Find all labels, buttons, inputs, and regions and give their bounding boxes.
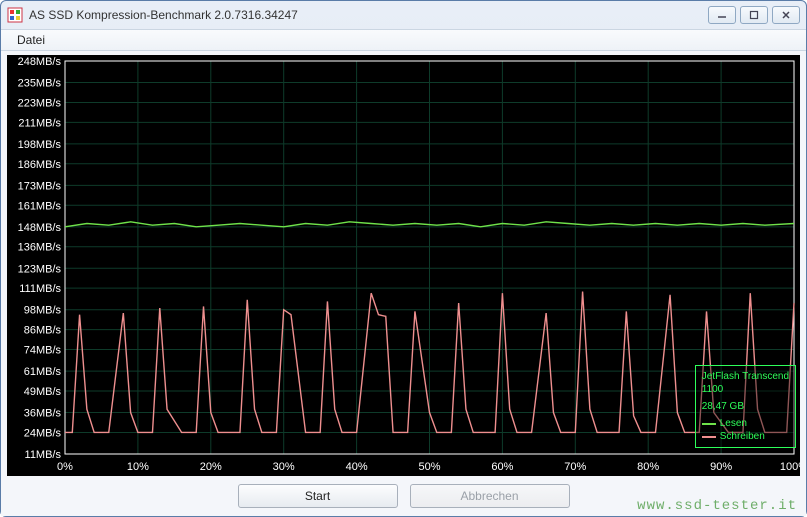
svg-text:30%: 30% — [273, 461, 295, 473]
svg-text:148MB/s: 148MB/s — [18, 222, 62, 234]
menubar: Datei — [1, 29, 806, 51]
legend: JetFlash Transcend 1100 28,47 GB Lesen S… — [695, 365, 796, 448]
menu-file[interactable]: Datei — [11, 31, 51, 49]
app-icon — [7, 7, 23, 23]
svg-text:235MB/s: 235MB/s — [18, 78, 62, 90]
app-window: AS SSD Kompression-Benchmark 2.0.7316.34… — [0, 0, 807, 517]
svg-text:24MB/s: 24MB/s — [24, 427, 62, 439]
svg-text:74MB/s: 74MB/s — [24, 345, 62, 357]
svg-text:100%: 100% — [780, 461, 800, 473]
svg-text:60%: 60% — [491, 461, 513, 473]
chart: 248MB/s 235MB/s 223MB/s 211MB/s 198MB/s 186MB… — [7, 55, 800, 476]
svg-text:123MB/s: 123MB/s — [18, 263, 62, 275]
window-title: AS SSD Kompression-Benchmark 2.0.7316.34… — [29, 8, 708, 22]
svg-text:86MB/s: 86MB/s — [24, 325, 62, 337]
legend-device-line1: JetFlash Transcend — [702, 370, 789, 383]
svg-text:186MB/s: 186MB/s — [18, 159, 62, 171]
legend-read-row: Lesen — [702, 417, 789, 430]
svg-text:36MB/s: 36MB/s — [24, 408, 62, 420]
svg-text:80%: 80% — [637, 461, 659, 473]
legend-read-label: Lesen — [720, 417, 747, 430]
svg-text:20%: 20% — [200, 461, 222, 473]
svg-text:90%: 90% — [710, 461, 732, 473]
minimize-button[interactable] — [708, 6, 736, 24]
close-button[interactable] — [772, 6, 800, 24]
client-area: 248MB/s 235MB/s 223MB/s 211MB/s 198MB/s 186MB… — [1, 51, 806, 516]
svg-text:0%: 0% — [57, 461, 73, 473]
legend-write-row: Schreiben — [702, 430, 789, 443]
legend-capacity: 28,47 GB — [702, 400, 789, 413]
svg-text:10%: 10% — [127, 461, 149, 473]
svg-text:223MB/s: 223MB/s — [18, 97, 62, 109]
svg-text:173MB/s: 173MB/s — [18, 180, 62, 192]
svg-text:61MB/s: 61MB/s — [24, 366, 62, 378]
svg-text:211MB/s: 211MB/s — [18, 117, 61, 129]
svg-text:161MB/s: 161MB/s — [18, 200, 62, 212]
svg-text:70%: 70% — [564, 461, 586, 473]
button-row: Start Abbrechen — [7, 476, 800, 510]
svg-text:40%: 40% — [346, 461, 368, 473]
svg-text:11MB/s: 11MB/s — [25, 449, 62, 461]
titlebar: AS SSD Kompression-Benchmark 2.0.7316.34… — [1, 1, 806, 29]
legend-write-label: Schreiben — [720, 430, 765, 443]
legend-device-line2: 1100 — [702, 383, 789, 396]
legend-write-swatch — [702, 436, 716, 438]
window-controls — [708, 6, 800, 24]
maximize-button[interactable] — [740, 6, 768, 24]
svg-text:111MB/s: 111MB/s — [19, 283, 61, 295]
svg-text:98MB/s: 98MB/s — [24, 305, 62, 317]
chart-canvas: 248MB/s 235MB/s 223MB/s 211MB/s 198MB/s 186MB… — [7, 55, 800, 476]
start-button[interactable]: Start — [238, 484, 398, 508]
abort-button[interactable]: Abbrechen — [410, 484, 570, 508]
svg-text:49MB/s: 49MB/s — [24, 386, 62, 398]
svg-text:198MB/s: 198MB/s — [18, 139, 62, 151]
svg-text:248MB/s: 248MB/s — [18, 56, 62, 68]
svg-text:136MB/s: 136MB/s — [18, 242, 62, 254]
svg-text:50%: 50% — [418, 461, 440, 473]
legend-read-swatch — [702, 423, 716, 425]
